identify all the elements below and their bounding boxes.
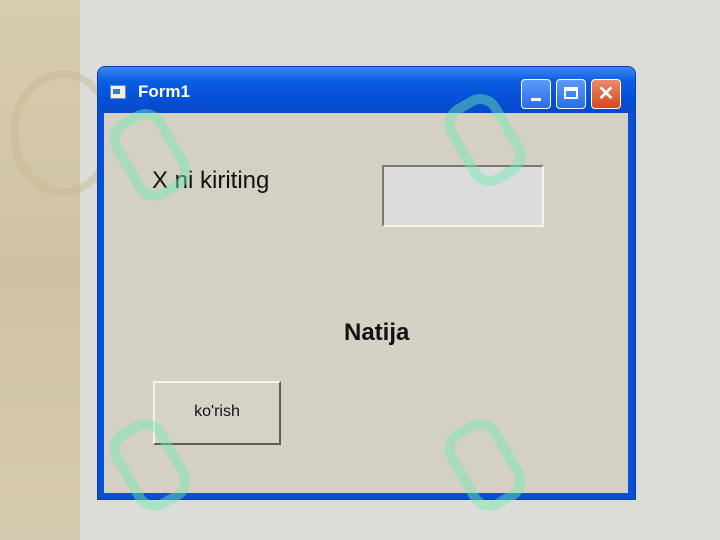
close-icon: ✕: [597, 83, 615, 105]
result-label: Natija: [344, 319, 410, 346]
form1-window: Form1 ✕ X ni kiriting Natija ko'rish: [98, 67, 635, 499]
close-button[interactable]: ✕: [591, 79, 621, 109]
maximize-button[interactable]: [556, 79, 586, 109]
title-bar[interactable]: Form1 ✕: [98, 67, 635, 113]
form-icon: [110, 85, 126, 99]
desktop-left-strip: [0, 0, 116, 540]
minimize-button[interactable]: [521, 79, 551, 109]
x-input-label: X ni kiriting: [152, 167, 270, 194]
window-title: Form1: [138, 82, 190, 101]
minimize-icon: [531, 98, 541, 101]
form-client-area: X ni kiriting Natija ko'rish: [104, 113, 628, 493]
maximize-icon: [564, 87, 578, 99]
korish-button[interactable]: ko'rish: [153, 381, 281, 445]
x-input[interactable]: [382, 165, 544, 227]
